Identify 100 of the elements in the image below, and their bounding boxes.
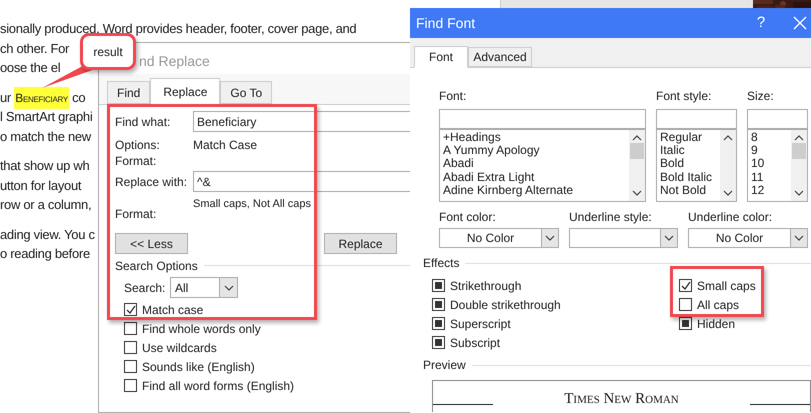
checkbox[interactable] bbox=[432, 279, 445, 292]
list-box[interactable]: 8 9 10 11 12 bbox=[747, 129, 808, 202]
section-title: Preview bbox=[423, 357, 466, 374]
field-label: Search: bbox=[124, 280, 166, 296]
checkbox-label[interactable]: Sounds like (English) bbox=[142, 358, 255, 376]
dialog-title: nd Replace bbox=[139, 53, 210, 69]
field-label: Size: bbox=[747, 90, 775, 103]
dialog-button[interactable]: Replace bbox=[324, 233, 397, 254]
document-text: ch other. For bbox=[0, 40, 70, 58]
checkbox-label[interactable]: Find all word forms (English) bbox=[142, 376, 294, 394]
checkbox[interactable] bbox=[432, 317, 445, 330]
field-label: Format: bbox=[115, 206, 158, 223]
callout: result bbox=[80, 33, 136, 70]
text-field[interactable] bbox=[439, 109, 646, 129]
dialog-button[interactable]: << Less bbox=[115, 233, 188, 254]
checkbox[interactable] bbox=[679, 317, 692, 330]
checkbox[interactable] bbox=[124, 303, 137, 316]
checkbox[interactable] bbox=[124, 379, 137, 392]
checkbox-label[interactable]: Superscript bbox=[450, 314, 511, 332]
list-item[interactable]: +Headings bbox=[443, 131, 629, 144]
dropdown[interactable]: All bbox=[170, 277, 238, 298]
list-item[interactable]: A Yummy Apology bbox=[443, 144, 629, 158]
list-item[interactable]: 12 bbox=[751, 184, 791, 197]
close-icon bbox=[793, 16, 807, 30]
list-item[interactable]: Bold bbox=[660, 157, 720, 171]
document-text: l SmartArt graphi bbox=[0, 108, 92, 126]
checkbox[interactable] bbox=[679, 279, 692, 292]
scrollbar[interactable] bbox=[629, 130, 645, 201]
checkbox-label[interactable]: Hidden bbox=[697, 314, 736, 332]
checkbox[interactable] bbox=[124, 360, 137, 373]
list-item[interactable]: Abadi bbox=[443, 157, 629, 171]
field-value: Match Case bbox=[193, 137, 258, 152]
field-label: Underline color: bbox=[688, 211, 774, 224]
tab[interactable]: Replace bbox=[150, 78, 220, 105]
scroll-up-icon bbox=[631, 133, 643, 143]
list-item[interactable]: 11 bbox=[751, 170, 791, 184]
list-item[interactable]: Italic bbox=[660, 144, 720, 158]
field-value: Small caps, Not All caps bbox=[193, 197, 311, 212]
scrollbar[interactable] bbox=[720, 130, 736, 201]
checkbox-label[interactable]: Small caps bbox=[697, 276, 756, 294]
document-text: o match the new bbox=[0, 128, 91, 146]
scrollbar[interactable] bbox=[791, 130, 807, 201]
document-text: utton for layout bbox=[0, 176, 82, 195]
checkbox[interactable] bbox=[124, 341, 137, 354]
checkmark-icon bbox=[680, 280, 691, 291]
checkbox-label[interactable]: Find whole words only bbox=[142, 320, 261, 338]
list-item[interactable]: Abadi Extra Light bbox=[443, 170, 629, 184]
checkbox[interactable] bbox=[432, 336, 445, 349]
field-label: Options: bbox=[115, 137, 161, 152]
list-item[interactable]: 8 bbox=[751, 131, 791, 144]
text-field[interactable] bbox=[747, 109, 808, 129]
document-text: ur bbox=[0, 88, 12, 106]
list-item[interactable]: 10 bbox=[751, 157, 791, 171]
document-text: ading view. You c bbox=[0, 226, 95, 244]
scroll-up-icon bbox=[793, 133, 805, 143]
list-item[interactable]: Adine Kirnberg Alternate bbox=[443, 184, 629, 197]
scroll-thumb[interactable] bbox=[792, 143, 806, 159]
field-label: Format: bbox=[115, 153, 158, 168]
close-button[interactable] bbox=[793, 16, 807, 30]
checkbox-label[interactable]: Subscript bbox=[450, 334, 500, 352]
document-text: that show up wh bbox=[0, 157, 90, 175]
list-item[interactable]: Regular bbox=[660, 131, 720, 144]
field-label: Font style: bbox=[656, 90, 712, 103]
list-box[interactable]: +Headings A Yummy Apology Abadi Abadi Extra Light Adine Kirnberg Alternate bbox=[439, 129, 646, 202]
checkbox[interactable] bbox=[124, 322, 137, 335]
dropdown[interactable]: No Color bbox=[688, 228, 808, 248]
list-item[interactable]: Bold Italic bbox=[660, 170, 720, 184]
scroll-down-icon bbox=[793, 188, 805, 198]
checkbox-label[interactable]: Double strikethrough bbox=[450, 296, 561, 314]
tab[interactable]: Font bbox=[414, 46, 468, 68]
field-label: Font color: bbox=[439, 211, 497, 224]
checkbox-label[interactable]: All caps bbox=[697, 296, 740, 314]
checkbox[interactable] bbox=[432, 298, 445, 311]
text-field[interactable] bbox=[656, 109, 737, 129]
tab[interactable]: Go To bbox=[220, 81, 272, 104]
checkbox-label[interactable]: Use wildcards bbox=[142, 338, 217, 356]
document-text: row or a column, bbox=[0, 196, 92, 214]
checkbox[interactable] bbox=[679, 298, 692, 311]
preview-text: Times New Roman bbox=[564, 390, 679, 408]
tab[interactable]: Find bbox=[107, 81, 150, 104]
checkbox-label[interactable]: Strikethrough bbox=[450, 276, 522, 294]
scroll-thumb[interactable] bbox=[630, 143, 644, 159]
checkbox-label[interactable]: Match case bbox=[142, 300, 204, 318]
list-item[interactable]: 9 bbox=[751, 144, 791, 158]
document-text: oose the el bbox=[0, 59, 60, 77]
scroll-down-icon bbox=[631, 188, 643, 198]
highlighted-text: Beneficiary bbox=[14, 86, 69, 108]
help-button[interactable]: ? bbox=[751, 12, 771, 34]
list-item[interactable]: Not Bold bbox=[660, 184, 720, 197]
list-box[interactable]: Regular Italic Bold Bold Italic Not Bold bbox=[656, 129, 737, 202]
checkmark-icon bbox=[125, 304, 136, 315]
field-label: Replace with: bbox=[115, 174, 188, 190]
document-text: o reading before bbox=[0, 245, 90, 263]
dialog-title: Find Font bbox=[416, 14, 476, 32]
document-text: co bbox=[71, 88, 86, 106]
dropdown[interactable]: No Color bbox=[439, 228, 559, 248]
scroll-down-icon bbox=[722, 188, 734, 198]
section-title: Search Options bbox=[115, 258, 198, 274]
tab[interactable]: Advanced bbox=[468, 47, 532, 67]
field-label: Find what: bbox=[115, 114, 172, 130]
